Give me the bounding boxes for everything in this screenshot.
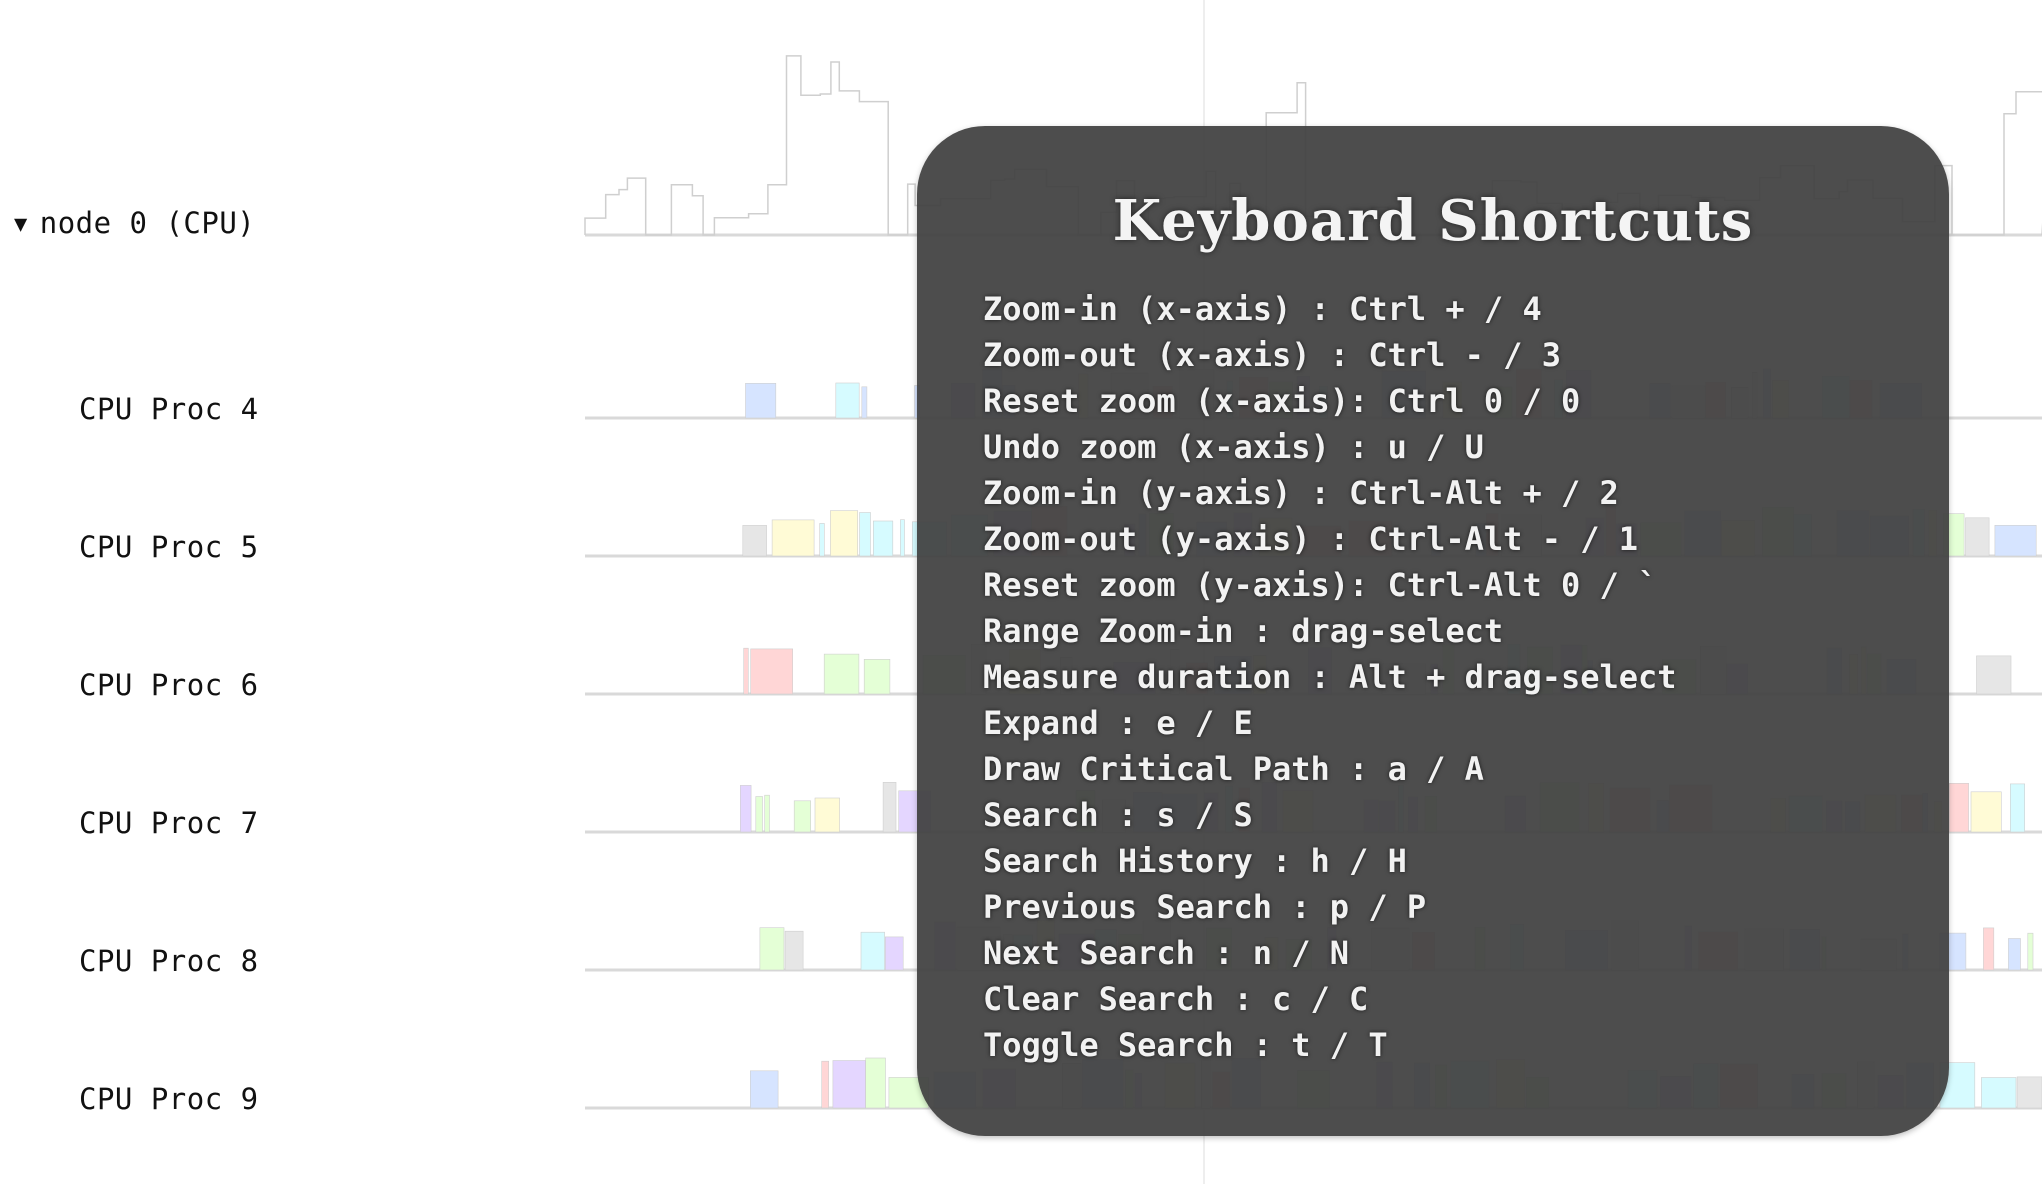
task-block[interactable] (814, 797, 840, 833)
shortcut-item: Next Search : n / N (983, 934, 1350, 972)
task-block[interactable] (821, 1060, 830, 1109)
task-block[interactable] (742, 525, 767, 557)
task-block[interactable] (784, 930, 804, 971)
task-block[interactable] (900, 519, 905, 557)
shortcut-list: Zoom-in (x-axis) : Ctrl + / 4 Zoom-out (… (983, 286, 1677, 1068)
task-block[interactable] (863, 658, 891, 695)
task-block[interactable] (835, 382, 860, 419)
node-0-row[interactable]: ▼ node 0 (CPU) (14, 206, 255, 240)
shortcut-item: Reset zoom (y-axis): Ctrl-Alt 0 / ` (983, 566, 1658, 604)
task-block[interactable] (860, 931, 885, 971)
processor-tree: ▼ node 0 (CPU) CPU Proc 4 CPU Proc 5 CPU … (0, 0, 590, 1184)
shortcut-item: Search : s / S (983, 796, 1253, 834)
task-block[interactable] (1994, 524, 2037, 557)
triangle-down-icon[interactable]: ▼ (14, 212, 28, 237)
node-label: node 0 (CPU) (39, 206, 256, 240)
task-block[interactable] (1965, 517, 1990, 557)
task-block[interactable] (2010, 783, 2026, 833)
shortcut-item: Measure duration : Alt + drag-select (983, 658, 1677, 696)
proc-label[interactable]: CPU Proc 7 (79, 806, 259, 840)
shortcut-item: Draw Critical Path : a / A (983, 750, 1484, 788)
proc-label[interactable]: CPU Proc 5 (79, 530, 259, 564)
task-block[interactable] (861, 386, 868, 419)
task-block[interactable] (755, 796, 763, 833)
task-block[interactable] (1981, 1077, 2017, 1109)
task-block[interactable] (1983, 927, 1995, 971)
proc-label[interactable]: CPU Proc 6 (79, 668, 259, 702)
shortcut-item: Toggle Search : t / T (983, 1026, 1388, 1064)
shortcut-item: Zoom-out (x-axis) : Ctrl - / 3 (983, 336, 1561, 374)
task-block[interactable] (771, 519, 815, 557)
shortcut-item: Previous Search : p / P (983, 888, 1427, 926)
task-block[interactable] (739, 785, 752, 833)
task-block[interactable] (832, 1060, 866, 1109)
task-block[interactable] (1970, 791, 2002, 833)
task-block[interactable] (872, 520, 894, 557)
task-block[interactable] (823, 653, 860, 695)
task-block[interactable] (745, 382, 777, 419)
shortcut-item: Range Zoom-in : drag-select (983, 612, 1504, 650)
task-block[interactable] (830, 510, 859, 557)
task-block[interactable] (2016, 1076, 2042, 1109)
proc-label[interactable]: CPU Proc 4 (79, 392, 259, 426)
task-block[interactable] (1948, 782, 1969, 833)
shortcut-item: Zoom-out (y-axis) : Ctrl-Alt - / 1 (983, 520, 1639, 558)
task-block[interactable] (2027, 932, 2034, 971)
shortcut-item: Undo zoom (x-axis) : u / U (983, 428, 1484, 466)
shortcut-item: Clear Search : c / C (983, 980, 1369, 1018)
keyboard-shortcuts-overlay[interactable]: Keyboard Shortcuts Zoom-in (x-axis) : Ct… (917, 126, 1949, 1136)
task-block[interactable] (882, 781, 897, 833)
shortcut-item: Zoom-in (x-axis) : Ctrl + / 4 (983, 290, 1542, 328)
task-block[interactable] (764, 794, 770, 833)
task-block[interactable] (793, 800, 812, 833)
shortcut-item: Zoom-in (y-axis) : Ctrl-Alt + / 2 (983, 474, 1619, 512)
task-block[interactable] (865, 1057, 886, 1109)
shortcut-item: Search History : h / H (983, 842, 1407, 880)
task-block[interactable] (819, 523, 825, 557)
task-block[interactable] (2008, 938, 2021, 971)
shortcut-item: Expand : e / E (983, 704, 1253, 742)
task-block[interactable] (750, 648, 794, 695)
shortcut-item: Reset zoom (x-axis): Ctrl 0 / 0 (983, 382, 1581, 420)
task-block[interactable] (749, 1070, 779, 1109)
task-block[interactable] (743, 647, 749, 695)
task-block[interactable] (759, 927, 785, 971)
proc-label[interactable]: CPU Proc 8 (79, 944, 259, 978)
task-block[interactable] (1976, 655, 2012, 695)
task-block[interactable] (859, 512, 871, 557)
overlay-title: Keyboard Shortcuts (1112, 188, 1754, 254)
task-block[interactable] (884, 936, 904, 971)
proc-label[interactable]: CPU Proc 9 (79, 1082, 259, 1116)
